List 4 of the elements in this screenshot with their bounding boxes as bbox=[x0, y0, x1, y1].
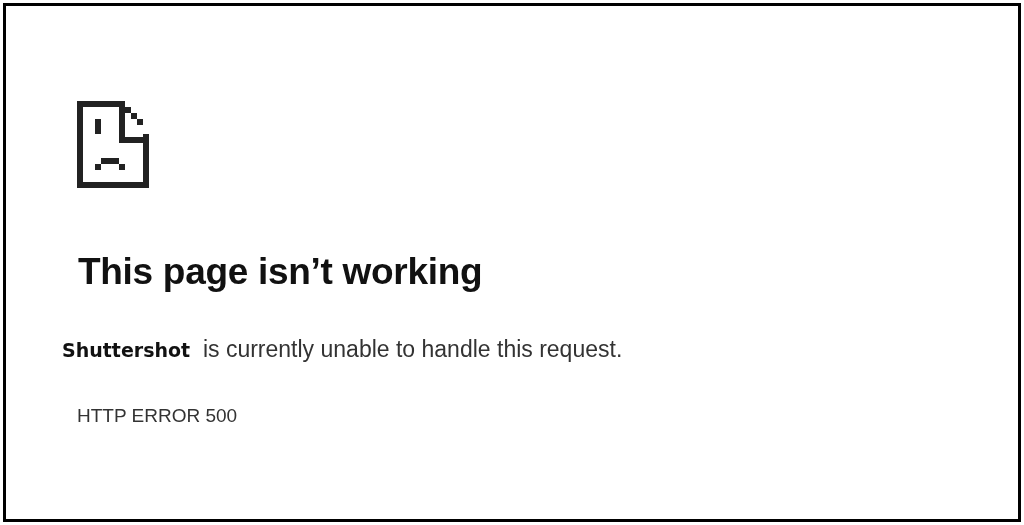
broken-page-icon bbox=[77, 101, 149, 188]
error-code: HTTP ERROR 500 bbox=[77, 404, 238, 428]
error-heading: This page isn’t working bbox=[78, 250, 483, 294]
error-message: Shuttershot is currently unable to handle this request. bbox=[62, 335, 623, 364]
